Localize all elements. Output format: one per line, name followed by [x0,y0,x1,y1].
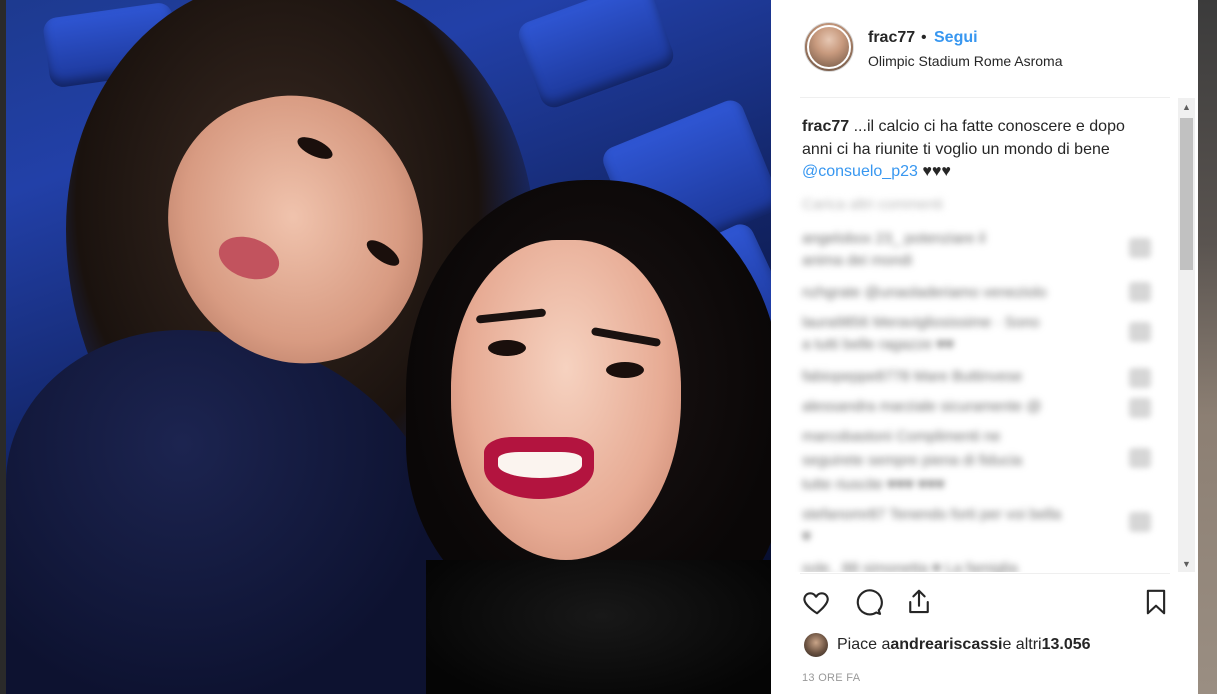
heart-icon[interactable] [800,584,834,620]
right-person-face [451,240,681,560]
post-caption: frac77 ...il calcio ci ha fatte conoscer… [802,116,1147,184]
avatar[interactable] [804,633,828,657]
scroll-down-arrow-icon[interactable]: ▼ [1178,555,1195,572]
dimmed-backdrop-right [1198,0,1217,694]
comment-line: marcobastoni Complimenti ne [802,428,1001,445]
likes-summary[interactable]: Piace a andreariscassi e altri 13.056 [804,632,1091,658]
likes-count[interactable]: 13.056 [1042,636,1091,654]
post-timestamp[interactable]: 13 ORE FA [802,672,860,684]
comment-like-icon[interactable] [1129,282,1151,302]
right-person-fur-collar [426,560,771,694]
comment-line: nzhgrate @unaoladeriamo veneziolo [802,284,1047,301]
post-location[interactable]: Olimpic Stadium Rome Asroma [868,53,1063,69]
comment-line: anima dei mondi [802,252,913,269]
caption-username[interactable]: frac77 [802,118,849,135]
post-side-panel: frac77 • Segui Olimpic Stadium Rome Asro… [771,0,1198,694]
comment-line: angelobox 23_ potenziare il [802,230,986,247]
comment-line: seguirete sempre piena di fiducia [802,452,1023,469]
comment-line: laura9856 Meravigliosissime · Sono [802,314,1040,331]
comment-line: alessandra marziale sicuramente @ [802,398,1042,415]
load-more-comments[interactable]: Carica altri commenti [802,194,943,216]
comment-line: sole_ 88 simonetta ♥ La famiglia [802,560,1018,572]
right-person-eye [606,362,644,378]
comment-bubble-icon[interactable] [851,584,885,620]
caption-hearts: ♥♥♥ [917,163,951,180]
likes-user[interactable]: andreariscassi [890,636,1002,654]
comments-list[interactable]: frac77 ...il calcio ci ha fatte conoscer… [771,98,1198,572]
right-person-teeth [498,452,582,478]
comment-like-icon[interactable] [1129,512,1151,532]
separator-dot: • [921,29,927,46]
caption-mention[interactable]: @consuelo_p23 [802,163,918,180]
post-photo[interactable] [6,0,771,694]
comment-like-icon[interactable] [1129,238,1151,258]
likes-suffix: e altri [1002,636,1042,653]
comment-like-icon[interactable] [1129,322,1151,342]
comment-line: tutte riuscite ♥♥♥ ♥♥♥ [802,476,945,493]
action-bar [771,584,1198,626]
bookmark-icon[interactable] [1139,584,1173,620]
post-username[interactable]: frac77 [868,29,915,47]
follow-button[interactable]: Segui [934,29,978,47]
divider [800,573,1170,574]
right-person-eye [488,340,526,356]
comments-scrollbar[interactable]: ▲ ▼ [1178,98,1195,572]
avatar[interactable] [804,22,854,72]
scroll-thumb[interactable] [1180,118,1193,270]
comment-like-icon[interactable] [1129,398,1151,418]
caption-text: ...il calcio ci ha fatte conoscere e dop… [802,118,1125,158]
scroll-up-arrow-icon[interactable]: ▲ [1178,98,1195,115]
share-icon[interactable] [902,584,936,620]
comment-line: stefanomr87 Tenendo forti per voi bella [802,506,1062,523]
comment-line: ♥ [802,528,811,545]
comment-line: fabiopeppe8778 Mare Buttinvese [802,368,1023,385]
likes-prefix: Piace a [837,636,891,653]
comment-like-icon[interactable] [1129,368,1151,388]
comment-line: a tutti belle ragazze ♥♥ [802,336,955,353]
comment-like-icon[interactable] [1129,448,1151,468]
post-header: frac77 • Segui Olimpic Stadium Rome Asro… [771,0,1198,98]
